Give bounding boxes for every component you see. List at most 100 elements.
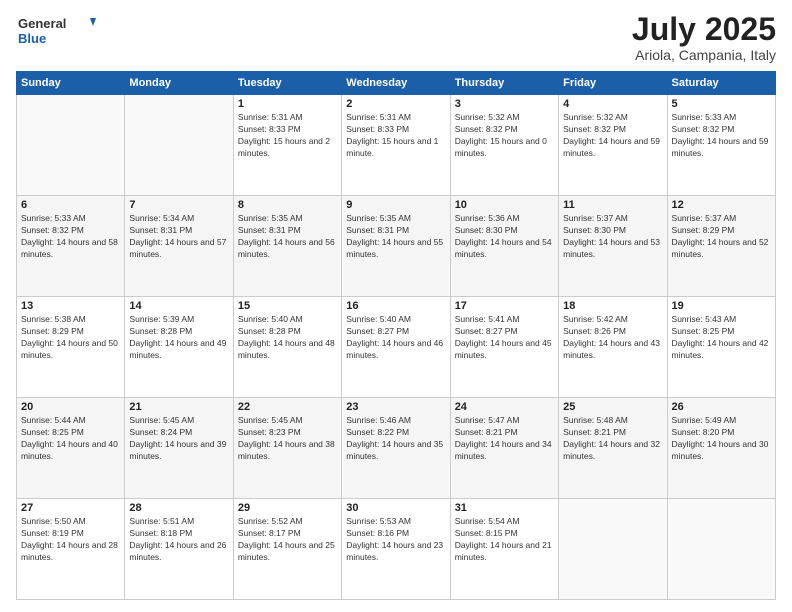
day-number: 24 (455, 401, 554, 413)
day-info: Sunrise: 5:31 AMSunset: 8:33 PMDaylight:… (238, 112, 337, 160)
day-number: 27 (21, 502, 120, 514)
title-block: July 2025 Ariola, Campania, Italy (632, 12, 776, 63)
month-title: July 2025 (632, 12, 776, 47)
day-info: Sunrise: 5:36 AMSunset: 8:30 PMDaylight:… (455, 213, 554, 261)
day-number: 4 (563, 98, 662, 110)
day-info: Sunrise: 5:37 AMSunset: 8:29 PMDaylight:… (672, 213, 771, 261)
calendar-table: Sunday Monday Tuesday Wednesday Thursday… (16, 71, 776, 600)
svg-text:Blue: Blue (18, 31, 46, 46)
day-info: Sunrise: 5:33 AMSunset: 8:32 PMDaylight:… (672, 112, 771, 160)
calendar-week-2: 6 Sunrise: 5:33 AMSunset: 8:32 PMDaylight… (17, 196, 776, 297)
day-info: Sunrise: 5:45 AMSunset: 8:24 PMDaylight:… (129, 415, 228, 463)
day-number: 8 (238, 199, 337, 211)
day-number: 30 (346, 502, 445, 514)
calendar-cell: 15 Sunrise: 5:40 AMSunset: 8:28 PMDayligh… (233, 297, 341, 398)
day-number: 19 (672, 300, 771, 312)
calendar-cell: 6 Sunrise: 5:33 AMSunset: 8:32 PMDaylight… (17, 196, 125, 297)
svg-text:General: General (18, 16, 66, 31)
day-info: Sunrise: 5:44 AMSunset: 8:25 PMDaylight:… (21, 415, 120, 463)
logo-svg: General Blue (16, 12, 96, 48)
day-number: 16 (346, 300, 445, 312)
col-wednesday: Wednesday (342, 72, 450, 95)
day-number: 12 (672, 199, 771, 211)
day-info: Sunrise: 5:41 AMSunset: 8:27 PMDaylight:… (455, 314, 554, 362)
col-saturday: Saturday (667, 72, 775, 95)
calendar-cell: 29Sunrise: 5:52 AMSunset: 8:17 PMDayligh… (233, 499, 341, 600)
calendar-cell: 14 Sunrise: 5:39 AMSunset: 8:28 PMDayligh… (125, 297, 233, 398)
day-info: Sunrise: 5:40 AMSunset: 8:27 PMDaylight:… (346, 314, 445, 362)
header: General Blue July 2025 Ariola, Campania,… (16, 12, 776, 63)
col-monday: Monday (125, 72, 233, 95)
day-number: 13 (21, 300, 120, 312)
col-sunday: Sunday (17, 72, 125, 95)
day-number: 9 (346, 199, 445, 211)
col-tuesday: Tuesday (233, 72, 341, 95)
day-info: Sunrise: 5:37 AMSunset: 8:30 PMDaylight:… (563, 213, 662, 261)
calendar-cell: 16 Sunrise: 5:40 AMSunset: 8:27 PMDayligh… (342, 297, 450, 398)
day-info: Sunrise: 5:33 AMSunset: 8:32 PMDaylight:… (21, 213, 120, 261)
day-number: 3 (455, 98, 554, 110)
day-number: 10 (455, 199, 554, 211)
day-info: Sunrise: 5:34 AMSunset: 8:31 PMDaylight:… (129, 213, 228, 261)
calendar-cell (17, 95, 125, 196)
day-number: 15 (238, 300, 337, 312)
calendar-cell: 10 Sunrise: 5:36 AMSunset: 8:30 PMDayligh… (450, 196, 558, 297)
calendar-cell: 28 Sunrise: 5:51 AMSunset: 8:18 PMDayligh… (125, 499, 233, 600)
day-info: Sunrise: 5:32 AMSunset: 8:32 PMDaylight:… (563, 112, 662, 160)
logo: General Blue (16, 12, 96, 48)
day-number: 22 (238, 401, 337, 413)
day-info: Sunrise: 5:49 AMSunset: 8:20 PMDaylight:… (672, 415, 771, 463)
day-info: Sunrise: 5:52 AMSunset: 8:17 PMDaylight:… (238, 516, 337, 564)
calendar-cell (559, 499, 667, 600)
calendar-cell (667, 499, 775, 600)
calendar-cell: 3Sunrise: 5:32 AMSunset: 8:32 PMDaylight… (450, 95, 558, 196)
day-number: 26 (672, 401, 771, 413)
calendar-cell: 12 Sunrise: 5:37 AMSunset: 8:29 PMDayligh… (667, 196, 775, 297)
day-number: 1 (238, 98, 337, 110)
day-info: Sunrise: 5:40 AMSunset: 8:28 PMDaylight:… (238, 314, 337, 362)
day-info: Sunrise: 5:53 AMSunset: 8:16 PMDaylight:… (346, 516, 445, 564)
calendar-cell: 4 Sunrise: 5:32 AMSunset: 8:32 PMDaylight… (559, 95, 667, 196)
calendar-cell: 8Sunrise: 5:35 AMSunset: 8:31 PMDaylight… (233, 196, 341, 297)
day-info: Sunrise: 5:43 AMSunset: 8:25 PMDaylight:… (672, 314, 771, 362)
calendar-cell: 19 Sunrise: 5:43 AMSunset: 8:25 PMDayligh… (667, 297, 775, 398)
calendar-cell: 2Sunrise: 5:31 AMSunset: 8:33 PMDaylight… (342, 95, 450, 196)
day-number: 21 (129, 401, 228, 413)
page: General Blue July 2025 Ariola, Campania,… (0, 0, 792, 612)
day-number: 25 (563, 401, 662, 413)
col-friday: Friday (559, 72, 667, 95)
day-number: 31 (455, 502, 554, 514)
day-number: 6 (21, 199, 120, 211)
day-number: 5 (672, 98, 771, 110)
calendar-cell: 13 Sunrise: 5:38 AMSunset: 8:29 PMDayligh… (17, 297, 125, 398)
day-number: 28 (129, 502, 228, 514)
day-info: Sunrise: 5:45 AMSunset: 8:23 PMDaylight:… (238, 415, 337, 463)
day-info: Sunrise: 5:38 AMSunset: 8:29 PMDaylight:… (21, 314, 120, 362)
col-thursday: Thursday (450, 72, 558, 95)
day-number: 20 (21, 401, 120, 413)
day-info: Sunrise: 5:42 AMSunset: 8:26 PMDaylight:… (563, 314, 662, 362)
calendar-cell: 25 Sunrise: 5:48 AMSunset: 8:21 PMDayligh… (559, 398, 667, 499)
location: Ariola, Campania, Italy (632, 47, 776, 63)
calendar-cell: 31 Sunrise: 5:54 AMSunset: 8:15 PMDayligh… (450, 499, 558, 600)
day-info: Sunrise: 5:39 AMSunset: 8:28 PMDaylight:… (129, 314, 228, 362)
calendar-cell: 9Sunrise: 5:35 AMSunset: 8:31 PMDaylight… (342, 196, 450, 297)
calendar-cell: 18Sunrise: 5:42 AMSunset: 8:26 PMDayligh… (559, 297, 667, 398)
calendar-cell: 17 Sunrise: 5:41 AMSunset: 8:27 PMDayligh… (450, 297, 558, 398)
calendar-week-1: 1 Sunrise: 5:31 AMSunset: 8:33 PMDaylight… (17, 95, 776, 196)
calendar-cell: 1 Sunrise: 5:31 AMSunset: 8:33 PMDaylight… (233, 95, 341, 196)
calendar-cell: 22 Sunrise: 5:45 AMSunset: 8:23 PMDayligh… (233, 398, 341, 499)
day-info: Sunrise: 5:31 AMSunset: 8:33 PMDaylight:… (346, 112, 445, 160)
day-number: 23 (346, 401, 445, 413)
day-number: 17 (455, 300, 554, 312)
calendar-cell: 30 Sunrise: 5:53 AMSunset: 8:16 PMDayligh… (342, 499, 450, 600)
day-info: Sunrise: 5:51 AMSunset: 8:18 PMDaylight:… (129, 516, 228, 564)
calendar-cell (125, 95, 233, 196)
day-info: Sunrise: 5:50 AMSunset: 8:19 PMDaylight:… (21, 516, 120, 564)
day-info: Sunrise: 5:48 AMSunset: 8:21 PMDaylight:… (563, 415, 662, 463)
day-number: 11 (563, 199, 662, 211)
day-number: 14 (129, 300, 228, 312)
calendar-cell: 20 Sunrise: 5:44 AMSunset: 8:25 PMDayligh… (17, 398, 125, 499)
day-info: Sunrise: 5:54 AMSunset: 8:15 PMDaylight:… (455, 516, 554, 564)
calendar-week-4: 20 Sunrise: 5:44 AMSunset: 8:25 PMDayligh… (17, 398, 776, 499)
